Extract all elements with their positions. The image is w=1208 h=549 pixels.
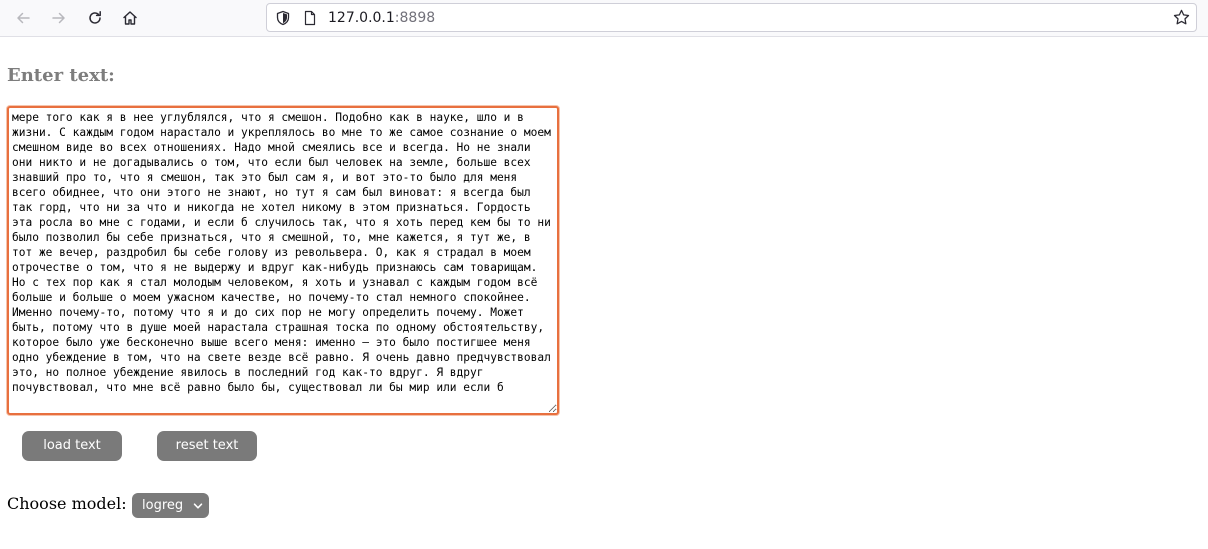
model-select[interactable]: logreg [132, 493, 209, 518]
chevron-down-icon [193, 503, 203, 509]
url-text[interactable]: 127.0.0.1:8898 [328, 9, 435, 27]
model-label: Choose model: [7, 494, 127, 513]
shield-icon[interactable] [275, 10, 291, 26]
back-arrow-icon [17, 12, 30, 24]
url-port: :8898 [394, 10, 436, 26]
star-icon[interactable] [1173, 9, 1190, 26]
url-host: 127.0.0.1 [328, 10, 395, 26]
forward-arrow-icon [52, 12, 65, 24]
browser-toolbar: 127.0.0.1:8898 [0, 0, 1208, 37]
reload-button[interactable] [81, 4, 109, 32]
address-bar[interactable]: 127.0.0.1:8898 [266, 3, 1197, 32]
reset-text-button[interactable]: reset text [157, 431, 257, 461]
page-heading: Enter text: [7, 65, 115, 86]
forward-button[interactable] [45, 4, 73, 32]
home-icon [123, 11, 137, 25]
text-input[interactable]: мере того как я в нее углублялся, что я … [7, 106, 559, 415]
load-text-button[interactable]: load text [22, 431, 122, 461]
model-select-value: logreg [142, 498, 184, 513]
reload-icon [89, 11, 101, 24]
home-button[interactable] [116, 4, 144, 32]
back-button[interactable] [9, 4, 37, 32]
page-icon[interactable] [302, 10, 318, 26]
